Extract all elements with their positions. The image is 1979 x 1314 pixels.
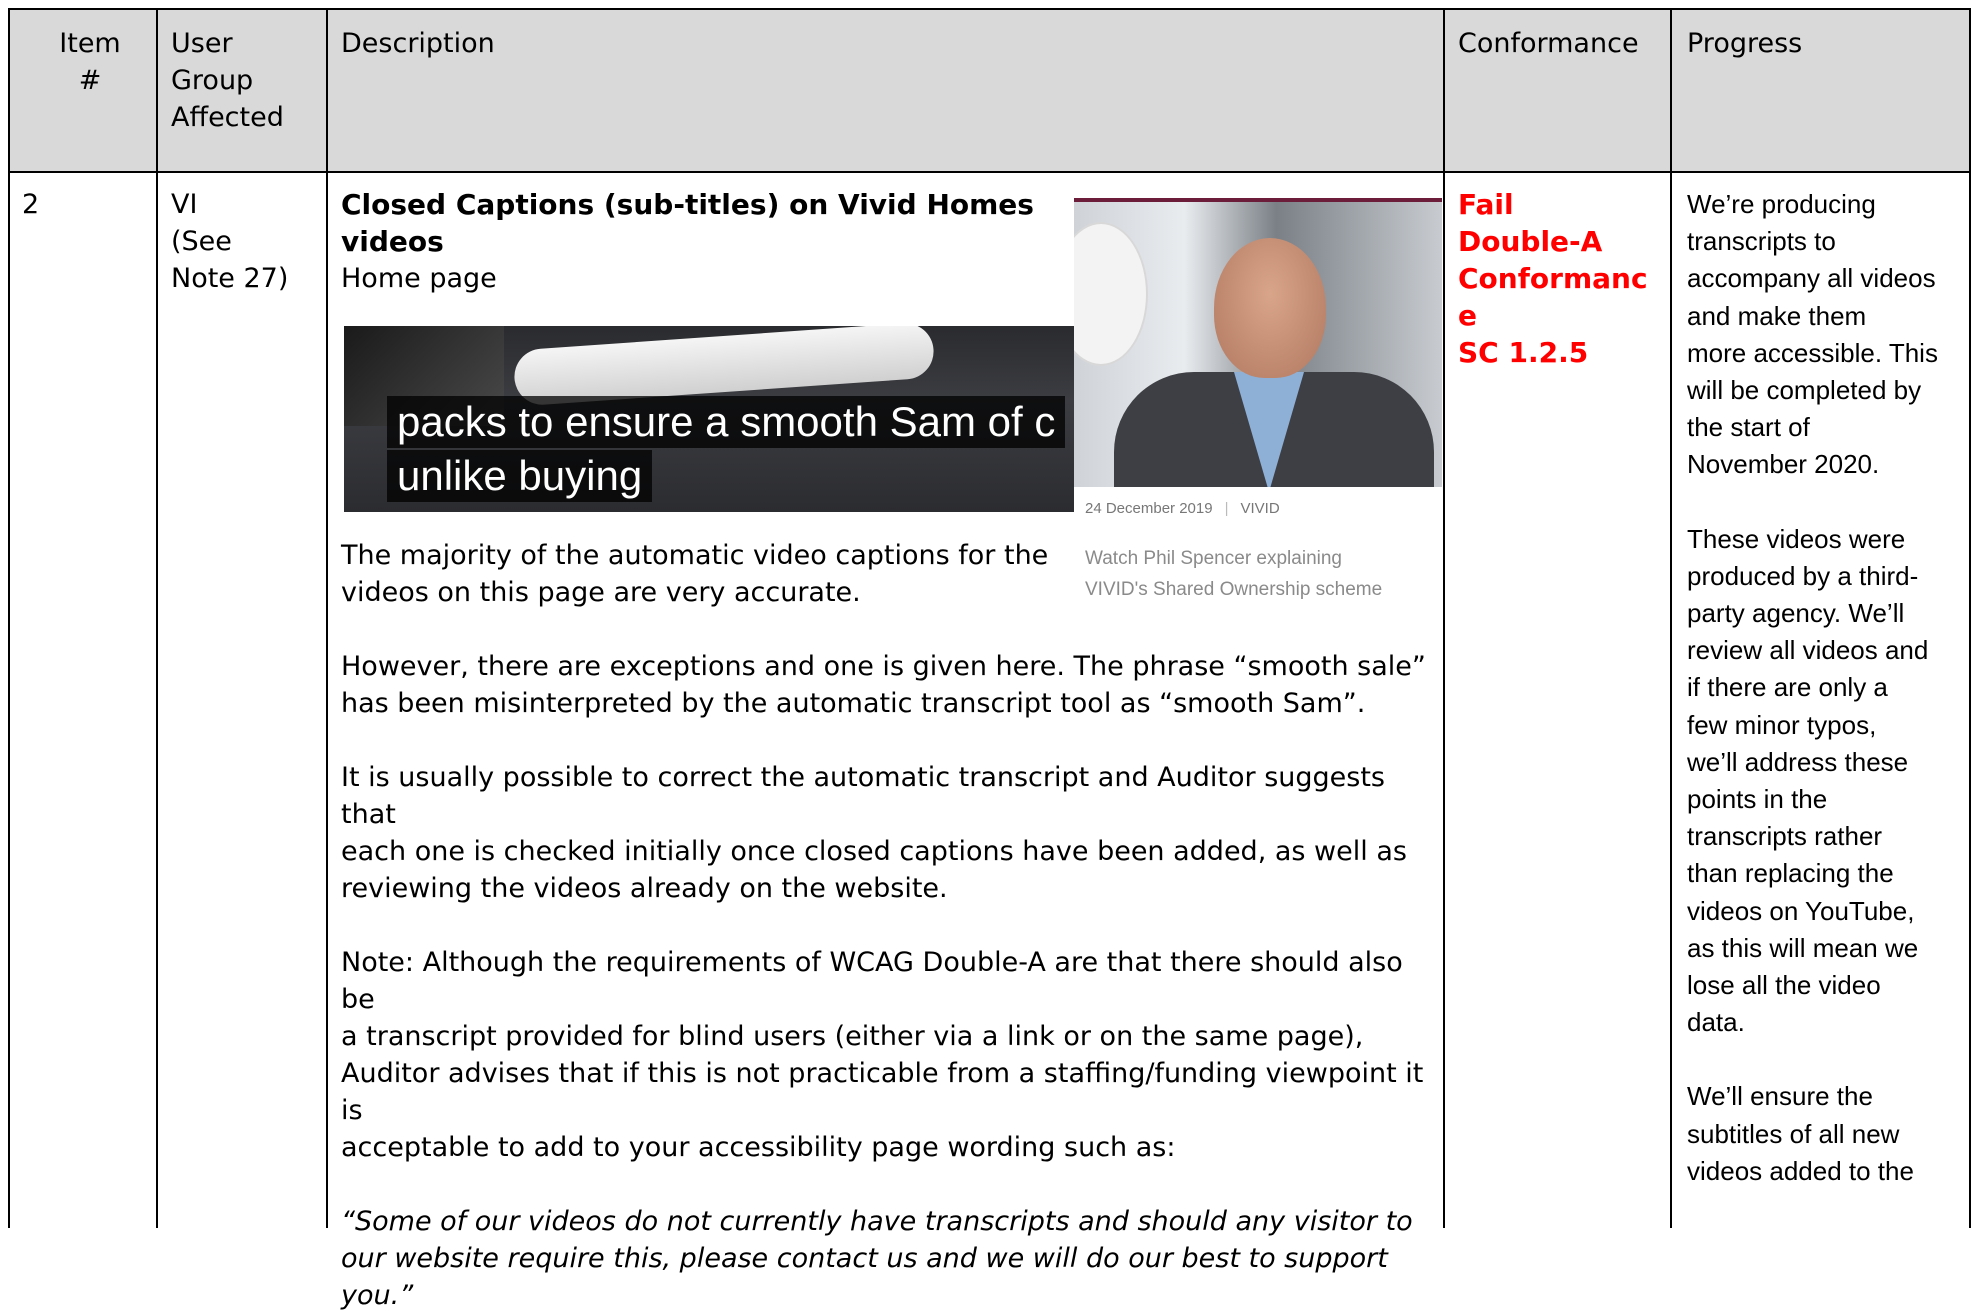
- row-progress: We’re producing transcripts to accompany…: [1687, 186, 1967, 1190]
- header-progress: Progress: [1687, 28, 1803, 59]
- header-item: Item #: [22, 25, 158, 99]
- progress-line: We’re producing: [1687, 189, 1876, 219]
- header-user-group-line: Group: [171, 65, 254, 96]
- progress-line: lose all the video: [1687, 970, 1881, 1001]
- progress-line: than replacing the: [1687, 858, 1894, 889]
- header-user-group-line: User: [171, 28, 233, 59]
- description-para-line: each one is checked initially once close…: [341, 836, 1407, 867]
- description-para-line: has been misinterpreted by the automatic…: [341, 688, 1366, 719]
- description-para-line: However, there are exceptions and one is…: [341, 651, 1426, 682]
- header-divider: [10, 171, 1971, 173]
- progress-line: party agency. We’ll: [1687, 598, 1905, 629]
- video-frame-roll: [512, 326, 936, 407]
- thumbnail-date: 24 December 2019: [1085, 500, 1213, 517]
- header-conformance: Conformance: [1458, 28, 1639, 59]
- progress-line: November 2020.: [1687, 449, 1880, 480]
- audit-table: Item # User Group Affected Description C…: [8, 8, 1971, 1311]
- conformance-line: Fail: [1458, 188, 1514, 221]
- header-description: Description: [341, 28, 495, 59]
- header-item-line: Item: [59, 28, 121, 59]
- progress-line: videos added to the: [1687, 1155, 1914, 1186]
- conformance-line: e: [1458, 299, 1477, 332]
- description-para-line: a transcript provided for blind users (e…: [341, 1021, 1364, 1052]
- meta-separator: |: [1224, 500, 1229, 517]
- quote-line: our website require this, please contact…: [341, 1243, 1388, 1274]
- video-caption-line: packs to ensure a smooth Sam of c: [387, 396, 1066, 448]
- progress-line: data.: [1687, 1007, 1745, 1038]
- user-group-line: (See: [171, 226, 232, 257]
- description-para-line: It is usually possible to correct the au…: [341, 762, 1385, 830]
- table-right-border: [1969, 10, 1971, 1228]
- header-item-line: #: [78, 65, 102, 96]
- caption-screenshot-image: packs to ensure a smooth Sam of c unlike…: [344, 326, 1074, 512]
- thumbnail-caption-line: VIVID's Shared Ownership scheme: [1085, 579, 1383, 600]
- progress-line: These videos were: [1687, 523, 1906, 554]
- user-group-line: Note 27): [171, 263, 289, 294]
- description-para-line: Auditor advises that if this is not prac…: [341, 1058, 1424, 1126]
- col-divider-3: [1443, 10, 1445, 1228]
- progress-line: transcripts rather: [1687, 821, 1883, 852]
- thumbnail-caption-line: Watch Phil Spencer explaining: [1085, 548, 1342, 569]
- video-caption-line: unlike buying: [387, 450, 653, 502]
- progress-line: as this will mean we: [1687, 932, 1919, 963]
- progress-line: videos on YouTube,: [1687, 895, 1915, 926]
- description-para-line: reviewing the videos already on the webs…: [341, 873, 948, 904]
- progress-line: we’ll address these: [1687, 746, 1909, 777]
- thumbnail-brand: VIVID: [1240, 500, 1280, 517]
- conformance-line: Double-A: [1458, 225, 1603, 258]
- progress-line: and make them: [1687, 300, 1867, 331]
- col-divider-2: [326, 10, 328, 1228]
- progress-line: if there are only a: [1687, 672, 1888, 703]
- video-thumbnail[interactable]: [1074, 198, 1442, 487]
- progress-line: accompany all videos: [1687, 263, 1936, 294]
- header-user-group-line: Affected: [171, 102, 284, 133]
- row-item-number: 2: [22, 189, 40, 220]
- progress-line: review all videos and: [1687, 635, 1929, 666]
- progress-line: will be completed by: [1687, 375, 1922, 406]
- row-conformance: Fail Double-A Conformanc e SC 1.2.5: [1458, 186, 1668, 371]
- thumbnail-caption[interactable]: Watch Phil Spencer explaining VIVID's Sh…: [1085, 543, 1445, 605]
- progress-line: We’ll ensure the: [1687, 1081, 1873, 1112]
- progress-line: the start of: [1687, 412, 1810, 443]
- row-user-group: VI (See Note 27): [171, 186, 321, 297]
- progress-line: more accessible. This: [1687, 337, 1938, 368]
- user-group-line: VI: [171, 189, 198, 220]
- conformance-line: Conformanc: [1458, 262, 1648, 295]
- thumbnail-presenter-head: [1214, 238, 1326, 378]
- description-para-line: acceptable to add to your accessibility …: [341, 1132, 1176, 1163]
- progress-line: few minor typos,: [1687, 709, 1877, 740]
- thumbnail-meta: 24 December 2019 | VIVID: [1085, 500, 1280, 517]
- col-divider-4: [1670, 10, 1672, 1228]
- quote-line: “Some of our videos do not currently hav…: [341, 1206, 1413, 1237]
- progress-line: subtitles of all new: [1687, 1118, 1900, 1149]
- quote-line: you.”: [341, 1280, 414, 1311]
- progress-line: produced by a third-: [1687, 560, 1919, 591]
- progress-line: transcripts to: [1687, 226, 1836, 257]
- header-user-group: User Group Affected: [171, 25, 321, 136]
- conformance-line: SC 1.2.5: [1458, 336, 1589, 369]
- description-para-line: Note: Although the requirements of WCAG …: [341, 947, 1403, 1015]
- thumbnail-lamp: [1074, 222, 1148, 366]
- progress-line: points in the: [1687, 784, 1828, 815]
